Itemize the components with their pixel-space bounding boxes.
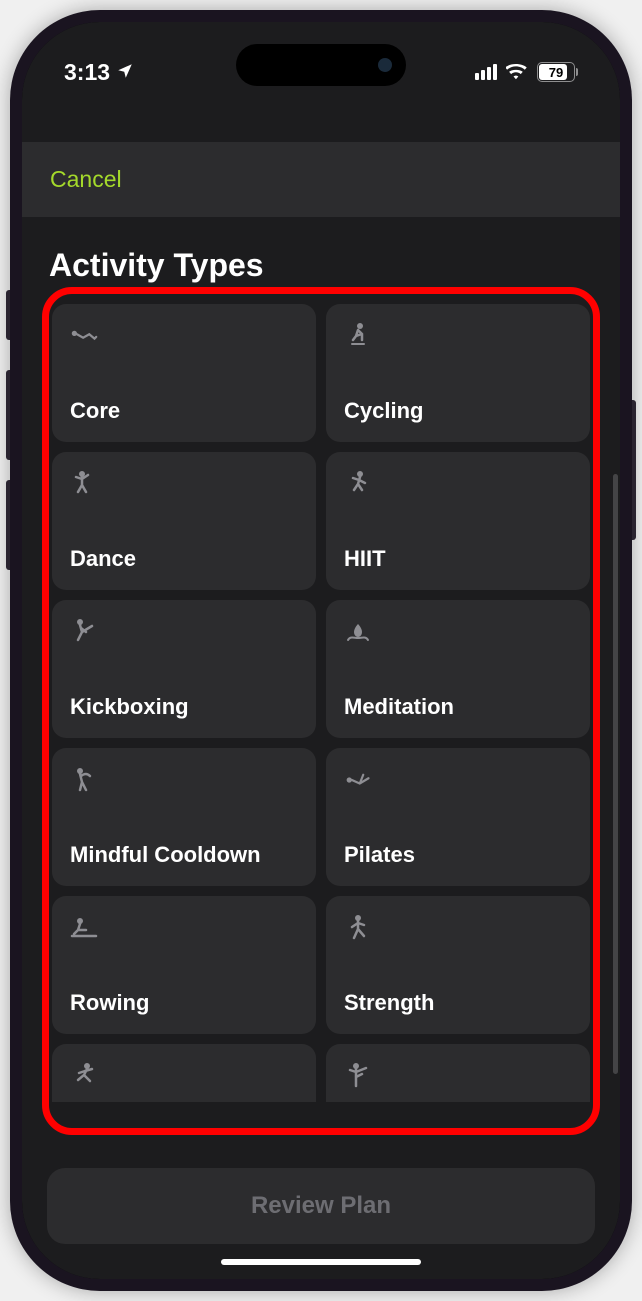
pilates-icon [344, 766, 572, 796]
activity-card-strength[interactable]: Strength [326, 896, 590, 1034]
running-icon [70, 1062, 298, 1092]
activity-card-cycling[interactable]: Cycling [326, 304, 590, 442]
mindful-cooldown-icon [70, 766, 298, 796]
cycling-icon [344, 322, 572, 352]
activity-card-mindful-cooldown[interactable]: Mindful Cooldown [52, 748, 316, 886]
activity-card-dance[interactable]: Dance [52, 452, 316, 590]
activity-card-running[interactable] [52, 1044, 316, 1102]
clock-time: 3:13 [64, 59, 110, 86]
activity-card-rowing[interactable]: Rowing [52, 896, 316, 1034]
mute-switch [6, 290, 10, 340]
activity-card-yoga[interactable] [326, 1044, 590, 1102]
activity-label: Pilates [344, 842, 572, 868]
activity-card-pilates[interactable]: Pilates [326, 748, 590, 886]
screen: 3:13 79 [22, 22, 620, 1279]
cellular-signal-icon [475, 64, 497, 80]
nav-header: Cancel [22, 142, 620, 217]
dynamic-island [236, 44, 406, 86]
volume-down-button [6, 480, 10, 570]
activity-label: Mindful Cooldown [70, 842, 298, 868]
strength-icon [344, 914, 572, 944]
app-content: Cancel Activity Types Core [22, 22, 620, 1279]
activity-label: Kickboxing [70, 694, 298, 720]
rowing-icon [70, 914, 298, 944]
activity-label: HIIT [344, 546, 572, 572]
review-plan-button[interactable]: Review Plan [47, 1168, 595, 1244]
kickboxing-icon [70, 618, 298, 648]
activity-card-core[interactable]: Core [52, 304, 316, 442]
activity-card-meditation[interactable]: Meditation [326, 600, 590, 738]
dance-icon [70, 470, 298, 500]
cancel-button[interactable]: Cancel [50, 166, 122, 193]
activity-label: Meditation [344, 694, 572, 720]
activity-label: Cycling [344, 398, 572, 424]
status-left: 3:13 [64, 59, 134, 86]
activity-label: Rowing [70, 990, 298, 1016]
scrollbar[interactable] [613, 474, 618, 1074]
location-arrow-icon [116, 59, 134, 86]
activity-grid: Core Cycling Dance [47, 304, 595, 1102]
battery-indicator: 79 [537, 62, 578, 82]
yoga-icon [344, 1062, 572, 1092]
status-right: 79 [475, 62, 578, 82]
home-indicator[interactable] [221, 1259, 421, 1265]
wifi-icon [506, 64, 528, 80]
activity-label: Dance [70, 546, 298, 572]
main-area: Activity Types Core Cycling [22, 217, 620, 1279]
page-title: Activity Types [49, 247, 595, 284]
hiit-icon [344, 470, 572, 500]
front-camera-icon [378, 58, 392, 72]
activity-card-hiit[interactable]: HIIT [326, 452, 590, 590]
core-icon [70, 322, 298, 352]
battery-percent: 79 [549, 65, 563, 80]
volume-up-button [6, 370, 10, 460]
iphone-device-frame: 3:13 79 [10, 10, 632, 1291]
activity-label: Strength [344, 990, 572, 1016]
activity-label: Core [70, 398, 298, 424]
footer-area: Review Plan [47, 1168, 595, 1244]
activity-card-kickboxing[interactable]: Kickboxing [52, 600, 316, 738]
power-button [632, 400, 636, 540]
meditation-icon [344, 618, 572, 648]
